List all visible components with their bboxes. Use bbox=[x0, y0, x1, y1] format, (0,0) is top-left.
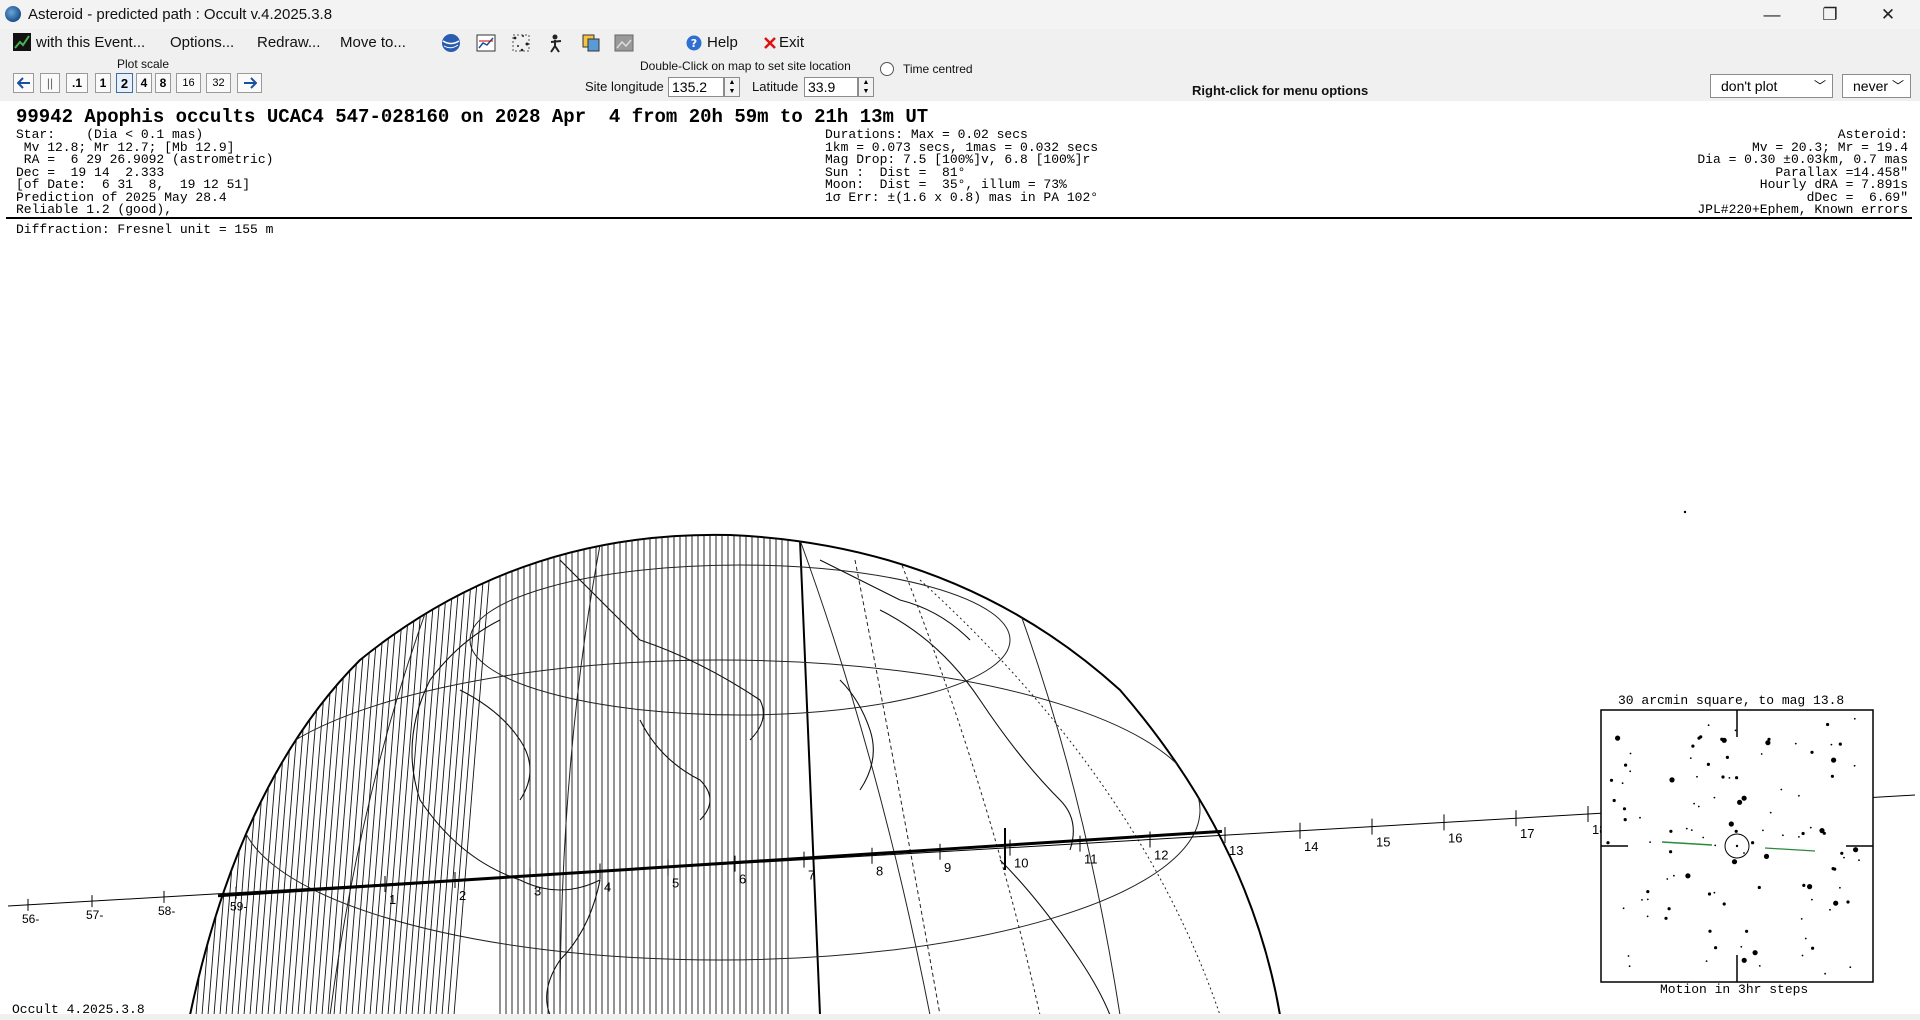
starchart-title: 30 arcmin square, to mag 13.8 bbox=[1618, 693, 1845, 708]
plot-option-value: don't plot bbox=[1721, 78, 1778, 94]
plot-chart-icon[interactable] bbox=[476, 33, 496, 53]
double-click-hint: Double-Click on map to set site location bbox=[640, 59, 851, 73]
time-centred-label: Time centred bbox=[903, 62, 973, 76]
path-time-label: 15 bbox=[1376, 835, 1390, 850]
help-icon[interactable]: ? bbox=[686, 35, 702, 51]
plot-option-select[interactable]: don't plot ﹀ bbox=[1710, 74, 1833, 98]
path-time-label: 58- bbox=[158, 904, 175, 918]
step-back-button[interactable] bbox=[13, 73, 34, 93]
latitude-input[interactable]: 33.9 bbox=[804, 77, 858, 97]
path-time-label: 1 bbox=[389, 892, 396, 907]
scale-button-16[interactable]: 16 bbox=[176, 73, 201, 93]
starchart-caption: Motion in 3hr steps bbox=[1660, 982, 1809, 997]
menu-exit[interactable]: Exit bbox=[779, 34, 804, 51]
path-time-label: 3 bbox=[534, 884, 541, 899]
chevron-down-icon: ﹀ bbox=[1813, 79, 1826, 93]
observer-icon[interactable] bbox=[546, 33, 566, 53]
title-bar: Asteroid - predicted path : Occult v.4.2… bbox=[0, 0, 1920, 29]
scale-button-1[interactable]: 1 bbox=[95, 73, 111, 93]
scale-button-2[interactable]: 2 bbox=[116, 73, 133, 93]
path-time-label: 11 bbox=[1084, 852, 1098, 867]
time-centred-radio[interactable] bbox=[880, 62, 894, 76]
site-longitude-input[interactable]: 135.2 bbox=[668, 77, 724, 97]
exit-icon[interactable] bbox=[762, 35, 778, 51]
event-headline: 99942 Apophis occults UCAC4 547-028160 o… bbox=[16, 106, 929, 128]
save-image-icon[interactable] bbox=[614, 33, 634, 53]
path-time-label: 56- bbox=[22, 912, 39, 926]
plot-scale-label: Plot scale bbox=[117, 57, 170, 71]
copy-image-icon[interactable] bbox=[581, 33, 601, 53]
site-longitude-spinner[interactable]: ▲ ▼ bbox=[724, 77, 740, 97]
header-divider bbox=[6, 217, 1912, 219]
chevron-down-icon: ﹀ bbox=[1891, 79, 1904, 93]
never-option-select[interactable]: never ﹀ bbox=[1842, 74, 1911, 98]
site-longitude-label: Site longitude bbox=[585, 79, 664, 94]
close-icon[interactable]: ✕ bbox=[1859, 0, 1917, 29]
menu-bar: with this Event... Options... Redraw... … bbox=[0, 29, 1920, 58]
duration-info-line: 1σ Err: ±(1.6 x 0.8) mas in PA 102° bbox=[825, 189, 1099, 205]
path-time-label: 59- bbox=[230, 900, 247, 914]
scale-button-0.1[interactable]: .1 bbox=[66, 73, 88, 93]
asteroid-app-icon bbox=[5, 6, 21, 22]
path-time-label: 8 bbox=[876, 864, 883, 879]
path-time-label: 17 bbox=[1520, 826, 1534, 841]
star-info-block: Star: (Dia < 0.1 mas) Mv 12.8; Mr 12.7; … bbox=[16, 128, 273, 217]
scale-button-4[interactable]: 4 bbox=[136, 73, 152, 93]
asteroid-info-block: Asteroid: Mv = 20.3; Mr = 19.4 Dia = 0.30 … bbox=[1620, 128, 1908, 217]
menu-with-this-event[interactable]: with this Event... bbox=[36, 34, 145, 51]
minimize-icon[interactable]: — bbox=[1743, 0, 1801, 29]
asteroid-info-line: JPL#220+Ephem, Known errors bbox=[1697, 202, 1908, 217]
path-time-label: 57- bbox=[86, 908, 103, 922]
event-chart-icon[interactable] bbox=[13, 33, 31, 51]
path-time-label: 10 bbox=[1014, 856, 1028, 871]
arrow-left-icon bbox=[16, 77, 30, 89]
path-time-label: 4 bbox=[604, 880, 611, 895]
path-time-label: 9 bbox=[944, 860, 951, 875]
path-time-label: 16 bbox=[1448, 830, 1462, 845]
path-time-label: 2 bbox=[459, 888, 466, 903]
path-time-label: 13 bbox=[1229, 843, 1243, 858]
star-info-line: Reliable 1.2 (good), bbox=[16, 202, 173, 217]
star-chart-inset[interactable] bbox=[1600, 709, 1878, 984]
path-time-label: 5 bbox=[672, 876, 679, 891]
window-title: Asteroid - predicted path : Occult v.4.2… bbox=[28, 6, 333, 23]
svg-text:?: ? bbox=[691, 37, 697, 50]
star-field-icon[interactable] bbox=[511, 33, 531, 53]
step-forward-button[interactable] bbox=[237, 73, 262, 93]
scale-button-8[interactable]: 8 bbox=[155, 73, 171, 93]
restore-icon[interactable]: ❐ bbox=[1801, 0, 1859, 29]
path-time-label: 7 bbox=[808, 868, 815, 883]
right-click-hint: Right-click for menu options bbox=[1192, 83, 1369, 98]
menu-redraw[interactable]: Redraw... bbox=[257, 34, 320, 51]
scale-button-32[interactable]: 32 bbox=[206, 73, 231, 93]
earth-globe bbox=[188, 533, 1282, 1015]
menu-options[interactable]: Options... bbox=[170, 34, 234, 51]
arrow-right-icon bbox=[243, 77, 257, 89]
status-strip bbox=[0, 1014, 1920, 1020]
durations-info-block: Durations: Max = 0.02 secs 1km = 0.073 se… bbox=[825, 128, 1099, 205]
path-time-label: 14 bbox=[1304, 839, 1318, 854]
pause-button[interactable]: || bbox=[40, 73, 60, 93]
path-time-label: 6 bbox=[739, 872, 746, 887]
path-time-label: 12 bbox=[1154, 848, 1168, 863]
latitude-spinner[interactable]: ▲ ▼ bbox=[858, 77, 874, 97]
menu-move-to[interactable]: Move to... bbox=[340, 34, 406, 51]
menu-help[interactable]: Help bbox=[707, 34, 738, 51]
never-option-value: never bbox=[1853, 78, 1889, 94]
latitude-label: Latitude bbox=[752, 79, 799, 94]
globe-icon[interactable] bbox=[441, 33, 461, 53]
